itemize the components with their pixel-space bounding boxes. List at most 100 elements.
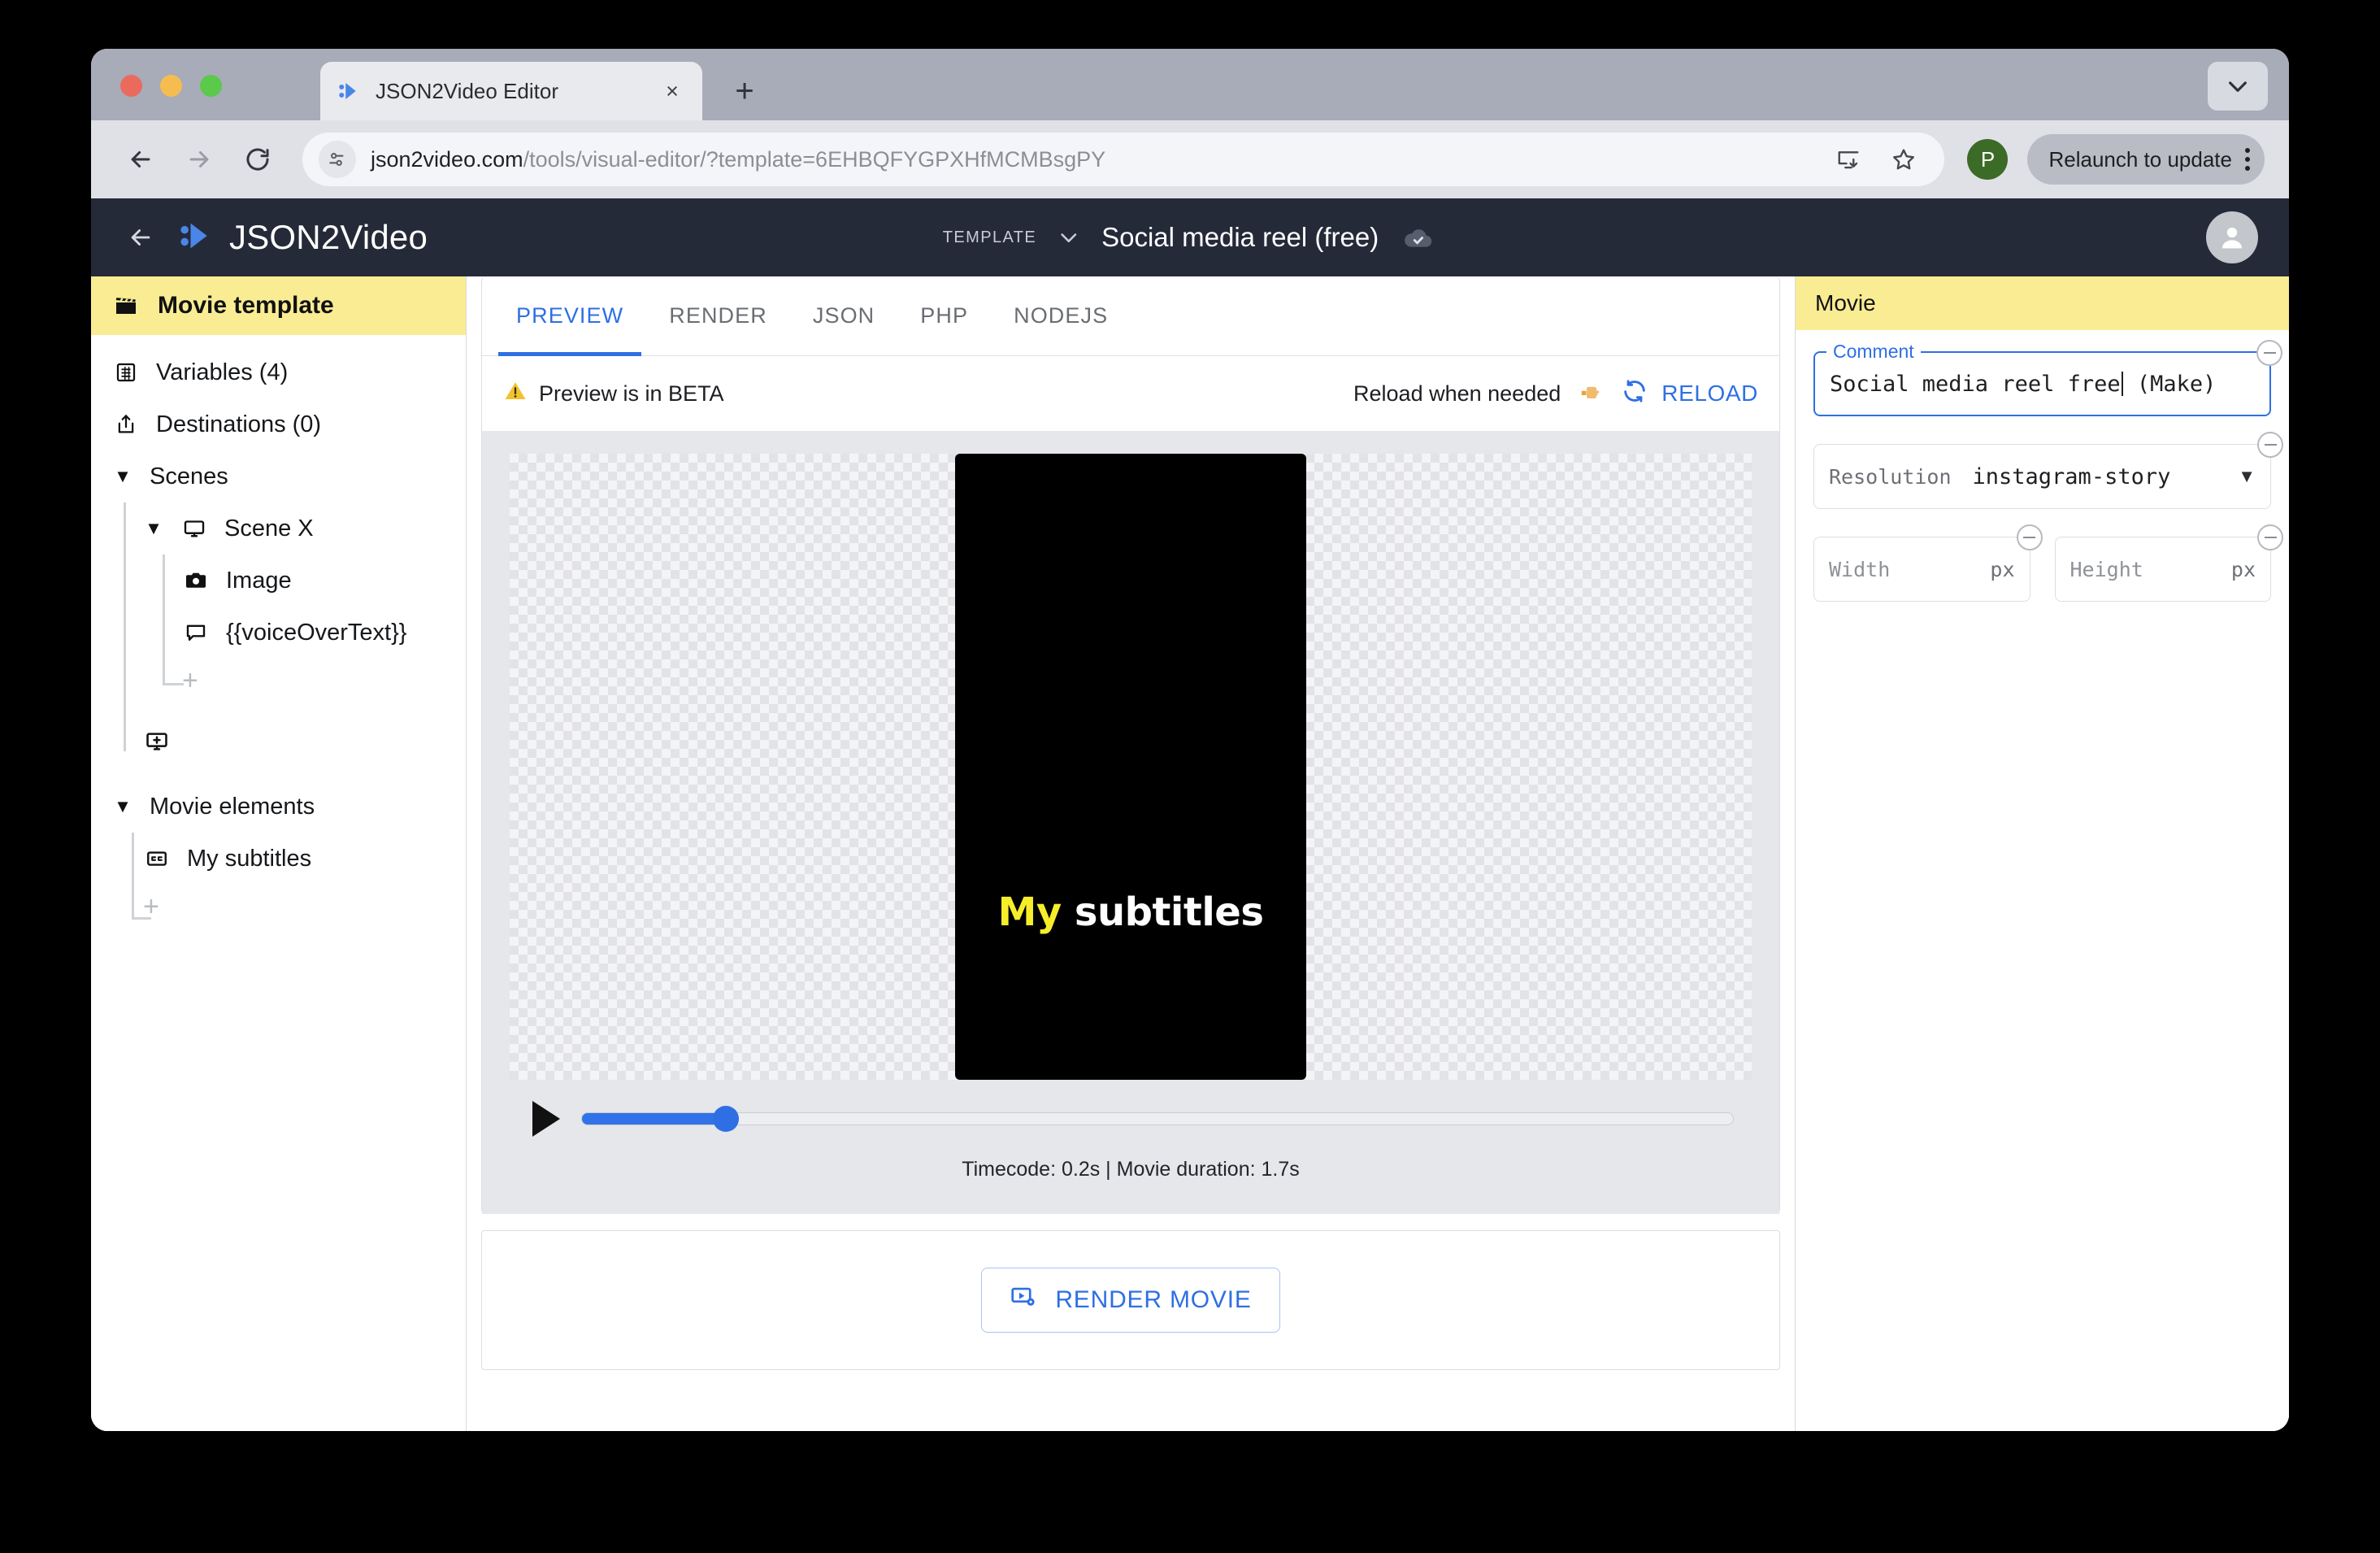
sidebar-group-movie-elements[interactable]: ▼ Movie elements xyxy=(91,781,466,833)
app-back-button[interactable] xyxy=(119,215,163,259)
window-traffic-lights xyxy=(120,75,222,97)
new-tab-button[interactable]: + xyxy=(725,72,764,111)
sidebar-item-image[interactable]: Image xyxy=(91,555,466,607)
render-movie-icon xyxy=(1010,1283,1037,1317)
address-bar[interactable]: json2video.com/tools/visual-editor/?temp… xyxy=(302,133,1945,186)
cloud-check-icon xyxy=(1400,220,1437,254)
profile-avatar[interactable]: P xyxy=(1967,139,2009,180)
transparency-canvas: My subtitles xyxy=(510,454,1752,1080)
user-avatar[interactable] xyxy=(2206,211,2258,263)
back-button[interactable] xyxy=(115,134,166,185)
speech-bubble-icon xyxy=(182,619,210,646)
template-selector[interactable]: TEMPLATE Social media reel (free) xyxy=(943,220,1437,254)
seek-thumb[interactable] xyxy=(713,1106,739,1132)
chevron-down-icon[interactable] xyxy=(1058,226,1080,249)
forward-button[interactable] xyxy=(174,134,224,185)
sidebar-item-my-subtitles[interactable]: My subtitles xyxy=(91,833,466,885)
browser-window: JSON2Video Editor × + json2video.com/too… xyxy=(91,49,2289,1431)
player-controls xyxy=(510,1080,1752,1137)
render-movie-label: RENDER MOVIE xyxy=(1055,1286,1252,1313)
brand-name: JSON2Video xyxy=(229,218,428,256)
sidebar-item-label: {{voiceOverText}} xyxy=(226,619,407,646)
sidebar-item-label: Destinations (0) xyxy=(156,411,322,437)
height-field[interactable]: Height px xyxy=(2054,524,2283,602)
install-app-icon[interactable] xyxy=(1831,141,1866,177)
bookmark-star-icon[interactable] xyxy=(1886,141,1922,177)
json2video-app: JSON2Video TEMPLATE Social media reel (f… xyxy=(91,198,2289,1431)
remove-property-icon[interactable] xyxy=(2257,524,2283,550)
beta-notice: Preview is in BETA xyxy=(503,379,724,409)
maximize-window-button[interactable] xyxy=(200,75,222,97)
subtitle-rest-text: subtitles xyxy=(1074,890,1264,935)
clapperboard-icon xyxy=(112,292,140,320)
address-bar-url: json2video.com/tools/visual-editor/?temp… xyxy=(371,147,1105,172)
chevron-down-icon[interactable] xyxy=(2208,62,2268,111)
sidebar-group-scenes[interactable]: ▼ Scenes xyxy=(91,450,466,502)
comment-field[interactable]: Comment Social media reel free (Make) xyxy=(1813,340,2282,416)
json2video-logo-icon xyxy=(177,218,213,258)
properties-body: Comment Social media reel free (Make) Re… xyxy=(1796,330,2289,623)
seek-slider[interactable] xyxy=(581,1106,1734,1132)
camera-icon xyxy=(182,567,210,594)
caret-down-icon[interactable]: ▼ xyxy=(112,466,133,487)
beta-notice-row: Preview is in BETA Reload when needed RE… xyxy=(482,356,1779,431)
add-element-button[interactable]: + xyxy=(91,659,466,703)
add-scene-button[interactable] xyxy=(91,703,466,781)
preview-card: PREVIEW RENDER JSON PHP NODEJS Preview i… xyxy=(481,276,1780,1214)
tab-php[interactable]: PHP xyxy=(897,276,991,356)
caret-down-icon[interactable]: ▼ xyxy=(112,796,133,817)
remove-property-icon[interactable] xyxy=(2016,524,2043,550)
tab-nodejs[interactable]: NODEJS xyxy=(991,276,1131,356)
comment-value-before-caret: Social media reel free xyxy=(1830,371,2121,397)
sidebar-item-label: Variables (4) xyxy=(156,359,289,385)
app-header: JSON2Video TEMPLATE Social media reel (f… xyxy=(91,198,2289,276)
reload-page-button[interactable] xyxy=(232,134,283,185)
relaunch-to-update-button[interactable]: Relaunch to update xyxy=(2027,134,2265,185)
tab-preview[interactable]: PREVIEW xyxy=(493,276,646,356)
play-button[interactable] xyxy=(532,1101,560,1137)
height-field-placeholder: Height xyxy=(2069,557,2143,581)
browser-menu-icon[interactable] xyxy=(2245,148,2250,171)
subtitle-overlay: My subtitles xyxy=(998,890,1264,935)
site-settings-icon[interactable] xyxy=(319,141,356,178)
caret-down-icon[interactable]: ▼ xyxy=(143,518,164,539)
video-preview-frame[interactable]: My subtitles xyxy=(955,454,1306,1080)
reload-label: RELOAD xyxy=(1661,381,1758,406)
warning-icon xyxy=(503,379,528,409)
plus-icon: + xyxy=(182,664,198,696)
caret-down-icon[interactable]: ▼ xyxy=(2238,466,2256,487)
add-movie-element-button[interactable]: + xyxy=(91,885,466,929)
close-icon[interactable]: × xyxy=(658,77,686,105)
tab-json[interactable]: JSON xyxy=(790,276,897,356)
comment-value-after-caret: (Make) xyxy=(2123,371,2217,397)
render-movie-button[interactable]: RENDER MOVIE xyxy=(981,1268,1280,1333)
resolution-field[interactable]: Resolution instagram-story ▼ xyxy=(1813,432,2283,509)
tab-render[interactable]: RENDER xyxy=(646,276,790,356)
sidebar-item-variables[interactable]: Variables (4) xyxy=(91,346,466,398)
sidebar-header-movie-template[interactable]: Movie template xyxy=(91,276,466,335)
subtitle-highlight-word: My xyxy=(997,890,1062,935)
pointing-hand-icon xyxy=(1579,379,1603,409)
minimize-window-button[interactable] xyxy=(160,75,182,97)
remove-property-icon[interactable] xyxy=(2257,432,2283,458)
remove-property-icon[interactable] xyxy=(2256,340,2282,366)
sidebar-group-label: Scenes xyxy=(150,463,228,489)
dimensions-row: Width px Height px xyxy=(1813,524,2283,602)
brand[interactable]: JSON2Video xyxy=(177,218,428,258)
share-icon xyxy=(112,411,140,438)
preview-stage: My subtitles Timecode: 0.2s | Movie dura… xyxy=(482,431,1779,1214)
width-field[interactable]: Width px xyxy=(1813,524,2043,602)
browser-tab-strip: JSON2Video Editor × + xyxy=(91,49,2289,120)
monitor-icon xyxy=(180,515,208,542)
json2video-favicon xyxy=(337,79,361,103)
sidebar-item-scene-x[interactable]: ▼ Scene X xyxy=(91,502,466,555)
sidebar-item-destinations[interactable]: Destinations (0) xyxy=(91,398,466,450)
browser-tab[interactable]: JSON2Video Editor × xyxy=(320,62,702,120)
text-caret xyxy=(2121,371,2123,396)
add-scene-icon xyxy=(143,728,171,755)
reload-preview-button[interactable]: RELOAD xyxy=(1621,377,1758,411)
url-host: json2video.com xyxy=(371,146,523,172)
sidebar-item-voiceover-text[interactable]: {{voiceOverText}} xyxy=(91,607,466,659)
sidebar-item-label: My subtitles xyxy=(187,845,312,872)
close-window-button[interactable] xyxy=(120,75,142,97)
